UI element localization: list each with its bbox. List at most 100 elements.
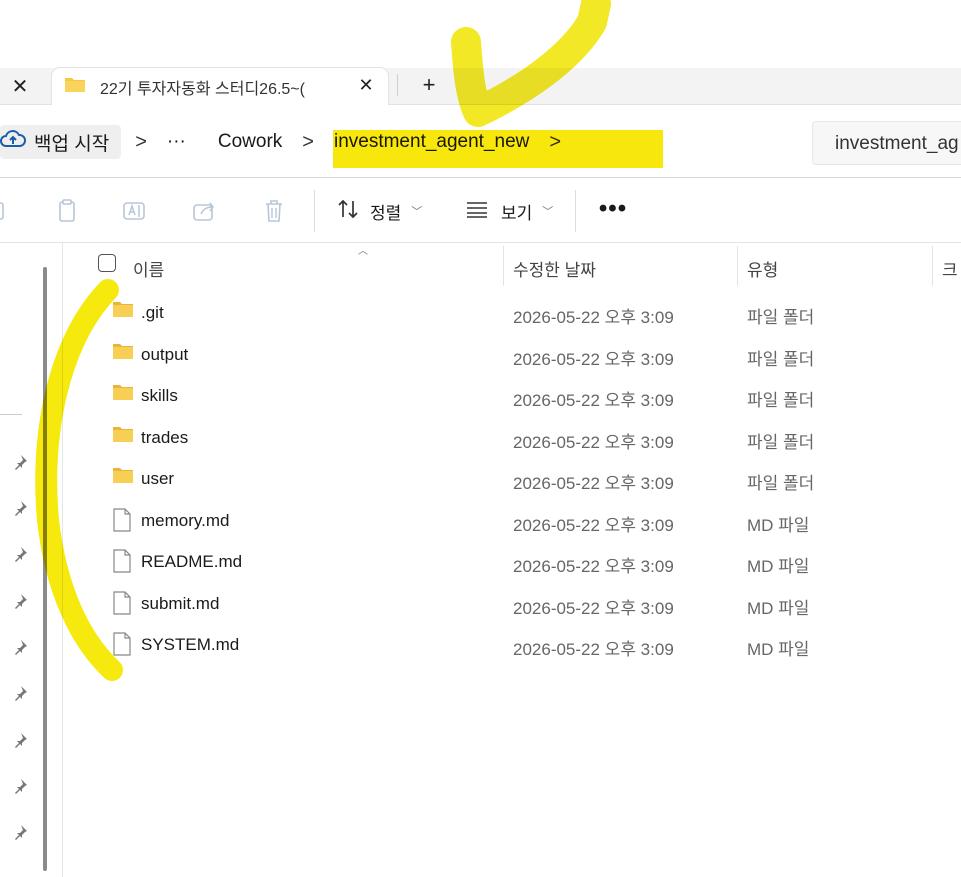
sort-label: 정렬: [370, 203, 402, 223]
file-row[interactable]: trades 2026-05-22 오후 3:09 파일 폴더: [62, 417, 961, 457]
chevron-down-icon: ﹀: [411, 206, 423, 218]
file-date: 2026-05-22 오후 3:09: [513, 391, 674, 410]
column-header-size[interactable]: 크: [942, 256, 958, 281]
pin-icon[interactable]: [12, 454, 28, 470]
file-icon: [112, 549, 132, 578]
sort-button[interactable]: 정렬 ﹀: [336, 196, 422, 226]
file-row[interactable]: .git 2026-05-22 오후 3:09 파일 폴더: [62, 292, 961, 332]
file-name: user: [141, 469, 175, 488]
copy-icon[interactable]: [54, 198, 80, 224]
folder-icon: [112, 425, 134, 448]
pin-icon[interactable]: [12, 639, 28, 655]
file-name: skills: [141, 386, 178, 405]
folder-icon: [112, 342, 134, 365]
toolbar-divider: [314, 190, 315, 232]
file-type: 파일 폴더: [747, 350, 815, 369]
more-options-button[interactable]: •••: [598, 194, 628, 224]
breadcrumb: 백업 시작 > ··· Cowork > investment_agent_ne…: [0, 119, 800, 165]
chevron-down-icon: ﹀: [542, 206, 554, 218]
share-icon[interactable]: [192, 198, 218, 224]
file-name: memory.md: [141, 511, 230, 530]
cloud-backup-icon: [0, 129, 26, 155]
tab-separator: [397, 74, 398, 96]
file-row[interactable]: submit.md 2026-05-22 오후 3:09 MD 파일: [62, 583, 961, 623]
view-button[interactable]: 보기 ﹀: [465, 196, 553, 226]
file-type: MD 파일: [747, 599, 810, 618]
file-type: MD 파일: [747, 640, 810, 659]
cut-icon[interactable]: [0, 198, 12, 224]
pin-icon[interactable]: [12, 824, 28, 840]
file-type: 파일 폴더: [747, 433, 815, 452]
file-name: trades: [141, 428, 189, 447]
pin-icon[interactable]: [12, 593, 28, 609]
file-date: 2026-05-22 오후 3:09: [513, 516, 674, 535]
file-name: README.md: [141, 552, 243, 571]
file-type: MD 파일: [747, 516, 810, 535]
toolbar-divider: [575, 190, 576, 232]
sort-up-icon: ︿: [358, 246, 368, 257]
pin-icon[interactable]: [12, 778, 28, 794]
file-name: .git: [141, 303, 164, 322]
navigation-pane: [0, 243, 63, 877]
view-list-icon: [465, 200, 489, 223]
tab-bar: ✕ 22기 투자자동화 스터디26.5~( ✕ +: [0, 68, 961, 105]
column-header-modified[interactable]: 수정한 날짜: [513, 256, 596, 281]
chevron-right-icon[interactable]: >: [121, 131, 161, 154]
file-row[interactable]: README.md 2026-05-22 오후 3:09 MD 파일: [62, 541, 961, 581]
file-row[interactable]: output 2026-05-22 오후 3:09 파일 폴더: [62, 334, 961, 374]
breadcrumb-cowork[interactable]: Cowork: [212, 131, 288, 153]
file-type: 파일 폴더: [747, 308, 815, 327]
file-date: 2026-05-22 오후 3:09: [513, 350, 674, 369]
address-bar: 백업 시작 > ··· Cowork > investment_agent_ne…: [0, 105, 961, 178]
file-date: 2026-05-22 오후 3:09: [513, 433, 674, 452]
file-row[interactable]: user 2026-05-22 오후 3:09 파일 폴더: [62, 458, 961, 498]
sort-icon: [336, 198, 360, 225]
view-label: 보기: [501, 203, 533, 223]
column-header-type[interactable]: 유형: [747, 256, 778, 281]
close-tab-button[interactable]: ✕: [0, 68, 40, 104]
file-date: 2026-05-22 오후 3:09: [513, 557, 674, 576]
file-date: 2026-05-22 오후 3:09: [513, 640, 674, 659]
pin-icon[interactable]: [12, 546, 28, 562]
search-input[interactable]: investment_ag: [812, 121, 961, 165]
tab-close-button[interactable]: ✕: [352, 71, 380, 99]
tab-title: 22기 투자자동화 스터디26.5~(: [100, 81, 305, 98]
file-name: submit.md: [141, 594, 220, 613]
file-icon: [112, 508, 132, 537]
column-header-row: ︿: [62, 243, 961, 287]
file-row[interactable]: SYSTEM.md 2026-05-22 오후 3:09 MD 파일: [62, 624, 961, 664]
folder-icon: [112, 300, 134, 323]
folder-icon: [64, 74, 86, 99]
file-name: output: [141, 345, 189, 364]
file-type: 파일 폴더: [747, 474, 815, 493]
breadcrumb-current[interactable]: investment_agent_new: [328, 131, 535, 153]
file-date: 2026-05-22 오후 3:09: [513, 474, 674, 493]
rename-icon[interactable]: [122, 198, 148, 224]
folder-icon: [112, 466, 134, 489]
delete-icon[interactable]: [261, 198, 287, 224]
file-name: SYSTEM.md: [141, 635, 240, 654]
command-bar: 정렬 ﹀ 보기 ﹀ •••: [0, 178, 961, 243]
select-all-checkbox[interactable]: [98, 254, 116, 272]
pin-icon[interactable]: [12, 685, 28, 701]
file-type: 파일 폴더: [747, 391, 815, 410]
file-row[interactable]: memory.md 2026-05-22 오후 3:09 MD 파일: [62, 500, 961, 540]
tab-active[interactable]: 22기 투자자동화 스터디26.5~( ✕: [52, 68, 388, 105]
column-header-name[interactable]: 이름: [133, 256, 164, 281]
chevron-right-icon[interactable]: >: [535, 131, 575, 154]
folder-icon: [112, 383, 134, 406]
breadcrumb-ellipsis[interactable]: ···: [161, 131, 192, 153]
pin-icon[interactable]: [12, 732, 28, 748]
file-row[interactable]: skills 2026-05-22 오후 3:09 파일 폴더: [62, 375, 961, 415]
breadcrumb-home-label: 백업 시작: [34, 133, 110, 155]
file-date: 2026-05-22 오후 3:09: [513, 599, 674, 618]
chevron-right-icon[interactable]: >: [288, 131, 328, 154]
nav-divider: [0, 414, 22, 415]
pin-icon[interactable]: [12, 500, 28, 516]
column-divider[interactable]: [932, 246, 933, 286]
new-tab-button[interactable]: +: [414, 70, 444, 100]
breadcrumb-home[interactable]: 백업 시작: [0, 125, 122, 159]
column-divider[interactable]: [737, 246, 738, 286]
nav-scrollbar[interactable]: [43, 267, 47, 871]
column-divider[interactable]: [503, 246, 504, 286]
